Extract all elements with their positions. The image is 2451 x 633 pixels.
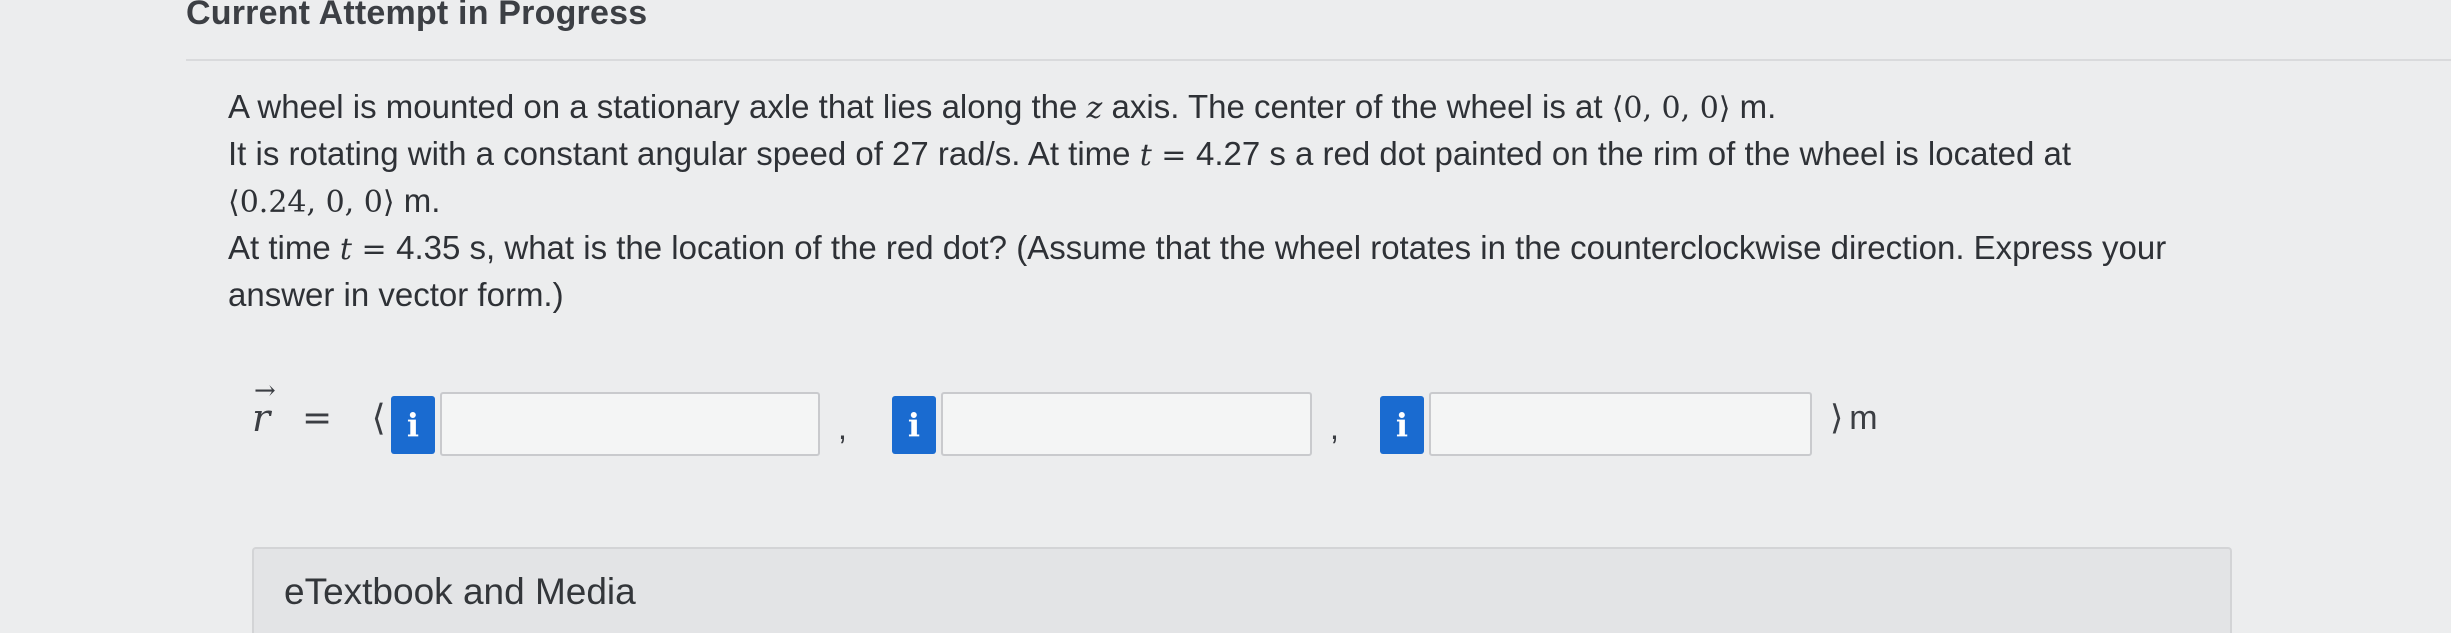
initial-position-vector: ⟨0.24, 0, 0⟩: [228, 185, 395, 220]
header-divider: [186, 59, 2451, 61]
position-vector-symbol: → r: [252, 376, 276, 440]
answer-x-input[interactable]: [440, 392, 820, 456]
question-text: A wheel is mounted on a stationary axle …: [228, 84, 2318, 317]
info-icon[interactable]: i: [391, 396, 435, 454]
question-line-5: answer in vector form.): [228, 276, 564, 313]
etextbook-media-panel[interactable]: eTextbook and Media: [252, 547, 2232, 633]
page-title: Current Attempt in Progress: [186, 0, 648, 32]
etextbook-media-label: eTextbook and Media: [284, 571, 636, 612]
info-icon[interactable]: i: [892, 396, 936, 454]
vector-arrow-icon: →: [254, 376, 276, 406]
equals-open-angle: = ⟨: [302, 398, 400, 439]
center-vector: ⟨0, 0, 0⟩: [1611, 91, 1731, 126]
answer-z-input[interactable]: [1429, 392, 1812, 456]
unit-label: ⟩ m: [1830, 398, 1878, 438]
question-line-1: A wheel is mounted on a stationary axle …: [228, 88, 1777, 126]
question-line-4: At time t = 4.35 s, what is the location…: [228, 229, 2167, 267]
info-icon[interactable]: i: [1380, 396, 1424, 454]
comma-separator: ,: [1330, 410, 1339, 446]
question-line-3: ⟨0.24, 0, 0⟩ m.: [228, 182, 441, 220]
comma-separator: ,: [838, 410, 847, 446]
answer-row: → r = ⟨ i , i , i ⟩ m: [0, 376, 2451, 466]
answer-y-input[interactable]: [941, 392, 1312, 456]
question-line-2: It is rotating with a constant angular s…: [228, 135, 2072, 173]
